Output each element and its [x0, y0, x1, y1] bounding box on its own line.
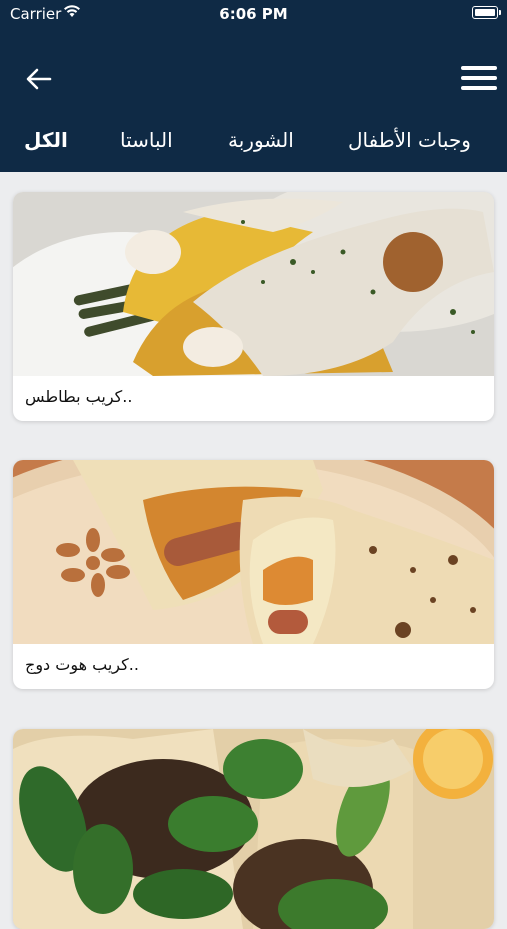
tab-pasta[interactable]: الباستا [120, 128, 173, 152]
tab-kids-meals[interactable]: وجبات الأطفال [348, 128, 471, 152]
status-bar: Carrier 6:06 PM [0, 0, 507, 30]
recipe-card[interactable]: كريب بطاطس.. [13, 192, 494, 421]
app-header: Carrier 6:06 PM الكل الباستا الشوربة وجب… [0, 0, 507, 172]
arrow-left-icon[interactable] [24, 64, 54, 94]
recipe-card[interactable]: كريب هوت دوج.. [13, 460, 494, 689]
tab-soup[interactable]: الشوربة [228, 128, 294, 152]
recipe-card[interactable] [13, 729, 494, 929]
category-tabs: الكل الباستا الشوربة وجبات الأطفال [0, 128, 507, 162]
battery-icon [472, 6, 501, 19]
recipe-title: كريب هوت دوج.. [25, 655, 139, 674]
recipe-image [13, 460, 494, 689]
hamburger-menu-icon[interactable] [461, 66, 497, 94]
recipe-image [13, 192, 494, 421]
recipe-title: كريب بطاطس.. [25, 387, 133, 406]
tab-all[interactable]: الكل [24, 128, 68, 152]
recipe-image [13, 729, 494, 929]
clock: 6:06 PM [219, 5, 288, 23]
